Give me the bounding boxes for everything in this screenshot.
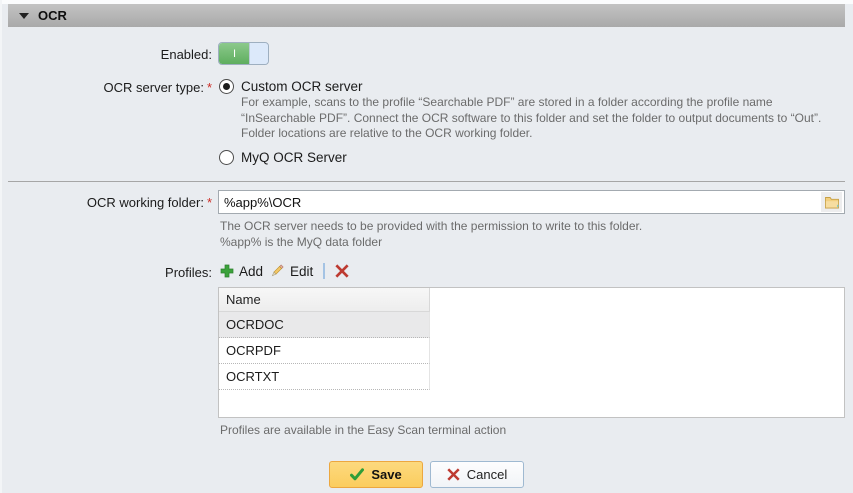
radio-myq-ocr-server[interactable]: [219, 150, 234, 165]
table-row-ocrtxt[interactable]: OCRTXT: [219, 364, 430, 390]
left-border: [0, 0, 2, 493]
radio-myq-ocr-server-label[interactable]: MyQ OCR Server: [241, 150, 347, 165]
cancel-label: Cancel: [467, 467, 507, 482]
radio-custom-ocr-server[interactable]: [219, 79, 234, 94]
cancel-button[interactable]: Cancel: [430, 461, 524, 488]
custom-ocr-description: For example, scans to the profile “Searc…: [241, 95, 841, 142]
edit-profile-button[interactable]: Edit: [269, 263, 313, 279]
working-folder-label: OCR working folder:*: [0, 195, 212, 210]
cancel-x-icon: [447, 468, 460, 481]
section-divider: [8, 181, 845, 182]
enabled-label: Enabled:: [0, 47, 212, 62]
folder-icon: [824, 195, 840, 209]
table-header-name[interactable]: Name: [219, 288, 430, 312]
save-label: Save: [371, 467, 401, 482]
section-title: OCR: [38, 8, 67, 23]
profiles-toolbar: Add Edit: [220, 261, 349, 281]
toggle-knob: [249, 43, 268, 64]
toggle-on-segment: I: [219, 43, 250, 64]
edit-label: Edit: [290, 264, 313, 279]
profiles-note: Profiles are available in the Easy Scan …: [220, 423, 506, 437]
add-label: Add: [239, 264, 263, 279]
browse-folder-button[interactable]: [821, 192, 842, 212]
server-type-label: OCR server type:*: [0, 80, 212, 95]
save-button[interactable]: Save: [329, 461, 423, 488]
enabled-toggle[interactable]: I: [218, 42, 269, 65]
delete-x-icon: [335, 264, 349, 278]
action-buttons: Save Cancel: [0, 461, 853, 488]
radio-custom-ocr-server-label[interactable]: Custom OCR server: [241, 79, 363, 94]
toolbar-separator: [323, 263, 325, 279]
table-row-ocrdoc[interactable]: OCRDOC: [219, 312, 430, 338]
table-row-ocrpdf[interactable]: OCRPDF: [219, 338, 430, 364]
profiles-table: Name OCRDOC OCRPDF OCRTXT: [218, 287, 845, 418]
server-type-label-text: OCR server type:: [104, 80, 204, 95]
working-folder-help-2: %app% is the MyQ data folder: [220, 235, 382, 249]
required-asterisk: *: [207, 195, 212, 210]
delete-profile-button[interactable]: [335, 264, 349, 278]
required-asterisk: *: [207, 80, 212, 95]
section-header-ocr[interactable]: OCR: [8, 4, 845, 27]
pencil-icon: [269, 263, 285, 279]
working-folder-help-1: The OCR server needs to be provided with…: [220, 219, 642, 233]
check-icon: [350, 468, 364, 481]
add-profile-button[interactable]: Add: [220, 264, 263, 279]
working-folder-label-text: OCR working folder:: [87, 195, 204, 210]
working-folder-input[interactable]: [218, 190, 845, 214]
collapse-arrow-icon: [19, 13, 29, 19]
plus-icon: [220, 264, 234, 278]
profiles-label: Profiles:: [0, 265, 212, 280]
